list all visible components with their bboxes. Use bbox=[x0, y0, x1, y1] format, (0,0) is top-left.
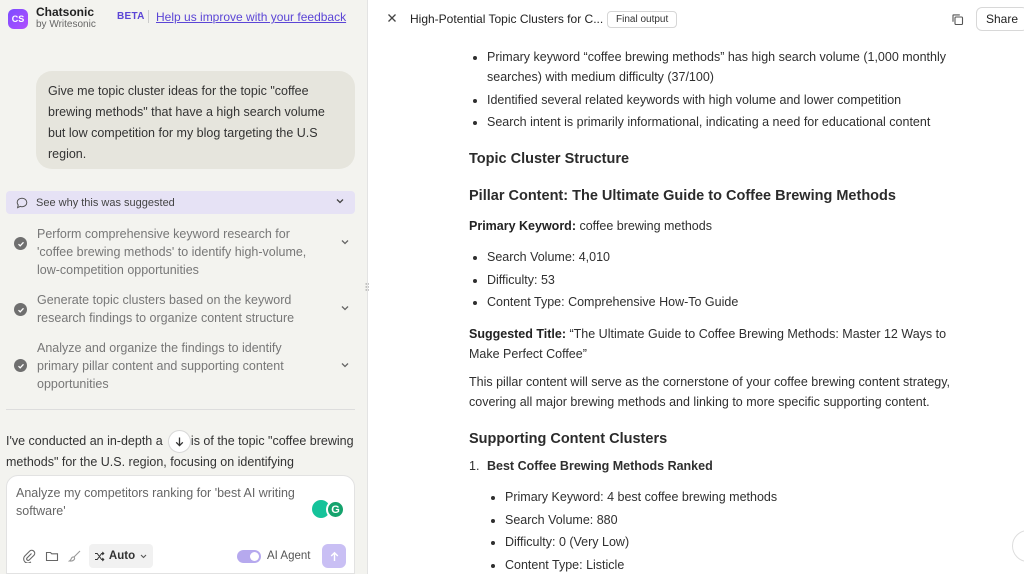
app-by: by Writesonic bbox=[36, 19, 96, 30]
chevron-down-icon[interactable] bbox=[340, 360, 350, 370]
section-heading: Pillar Content: The Ultimate Guide to Co… bbox=[469, 188, 896, 204]
brand[interactable]: CS Chatsonic by Writesonic bbox=[8, 6, 96, 31]
list-item: Search intent is primarily informational… bbox=[487, 112, 947, 132]
floating-action-button[interactable] bbox=[1012, 530, 1024, 562]
header-divider bbox=[148, 10, 149, 23]
list-item: Difficulty: 53 bbox=[487, 270, 947, 290]
check-circle-icon bbox=[14, 303, 27, 316]
cluster-item: 1. Best Coffee Brewing Methods Ranked bbox=[469, 459, 713, 473]
list-item: Search Volume: 880 bbox=[505, 510, 925, 530]
divider bbox=[6, 409, 355, 410]
list-item: Search Volume: 4,010 bbox=[487, 247, 947, 267]
list-item: Primary keyword “coffee brewing methods”… bbox=[487, 47, 947, 87]
arrow-down-icon bbox=[175, 437, 184, 447]
section-heading: Supporting Content Clusters bbox=[469, 431, 668, 447]
chevron-down-icon bbox=[336, 199, 344, 204]
composer-input[interactable]: Analyze my competitors ranking for 'best… bbox=[16, 484, 316, 520]
see-why-label: See why this was suggested bbox=[36, 196, 175, 209]
step-text: Analyze and organize the findings to ide… bbox=[37, 341, 284, 391]
brush-icon[interactable] bbox=[68, 549, 82, 563]
primary-keyword-value: coffee brewing methods bbox=[575, 219, 712, 233]
chat-panel: CS Chatsonic by Writesonic BETA Help us … bbox=[0, 0, 368, 574]
attach-icon[interactable] bbox=[22, 549, 36, 563]
cluster-details-list: Primary Keyword: 4 best coffee brewing m… bbox=[505, 487, 925, 574]
folder-icon[interactable] bbox=[45, 549, 59, 563]
section-heading: Topic Cluster Structure bbox=[469, 151, 630, 167]
reply-text-start: I've conducted an in-depth a bbox=[6, 434, 163, 448]
send-button[interactable] bbox=[322, 544, 346, 568]
document-title: High-Potential Topic Clusters for C... bbox=[410, 12, 604, 26]
chevron-down-icon[interactable] bbox=[340, 237, 350, 247]
list-item: Content Type: Comprehensive How-To Guide bbox=[487, 292, 947, 312]
shuffle-icon bbox=[94, 551, 105, 561]
pillar-details-list: Search Volume: 4,010 Difficulty: 53 Cont… bbox=[487, 247, 947, 315]
chevron-down-icon[interactable] bbox=[340, 303, 350, 313]
document-panel: High-Potential Topic Clusters for C... F… bbox=[369, 0, 1024, 574]
check-circle-icon bbox=[14, 237, 27, 250]
share-button[interactable]: Share bbox=[976, 7, 1024, 31]
primary-keyword-label: Primary Keyword: bbox=[469, 219, 576, 233]
list-item: Content Type: Listicle bbox=[505, 555, 925, 574]
user-message: Give me topic cluster ideas for the topi… bbox=[36, 71, 355, 169]
primary-keyword-line: Primary Keyword: coffee brewing methods bbox=[469, 216, 975, 236]
list-item: Identified several related keywords with… bbox=[487, 90, 947, 110]
chat-bubble-icon bbox=[16, 197, 28, 208]
list-item: Difficulty: 0 (Very Low) bbox=[505, 532, 925, 552]
ai-agent-toggle[interactable] bbox=[237, 550, 261, 563]
check-circle-icon bbox=[14, 359, 27, 372]
cluster-number: 1. bbox=[469, 459, 480, 473]
step-text: Generate topic clusters based on the key… bbox=[37, 293, 295, 325]
document-toolbar: High-Potential Topic Clusters for C... F… bbox=[369, 0, 1024, 40]
beta-badge: BETA bbox=[117, 11, 145, 22]
arrow-up-icon bbox=[330, 551, 338, 561]
final-output-badge: Final output bbox=[607, 11, 678, 28]
suggested-title-label: Suggested Title: bbox=[469, 327, 567, 341]
chevron-down-icon bbox=[140, 554, 147, 558]
suggested-title-line: Suggested Title: “The Ultimate Guide to … bbox=[469, 324, 975, 364]
findings-list: Primary keyword “coffee brewing methods”… bbox=[487, 47, 947, 135]
scroll-to-bottom-button[interactable] bbox=[168, 430, 191, 453]
mode-label: Auto bbox=[108, 550, 136, 562]
chatsonic-logo: CS bbox=[8, 8, 28, 29]
step-text: Perform comprehensive keyword research f… bbox=[37, 227, 307, 277]
step-item[interactable]: Generate topic clusters based on the key… bbox=[14, 291, 354, 327]
app-name: Chatsonic bbox=[36, 5, 95, 19]
feedback-link[interactable]: Help us improve with your feedback bbox=[156, 10, 346, 24]
mode-select[interactable]: Auto bbox=[89, 544, 153, 568]
message-composer[interactable]: Analyze my competitors ranking for 'best… bbox=[6, 475, 355, 574]
see-why-suggested-toggle[interactable]: See why this was suggested bbox=[6, 191, 355, 214]
step-item[interactable]: Analyze and organize the findings to ide… bbox=[14, 339, 354, 393]
pillar-description: This pillar content will serve as the co… bbox=[469, 375, 951, 409]
list-item: Primary Keyword: 4 best coffee brewing m… bbox=[505, 487, 925, 507]
ai-agent-label: AI Agent bbox=[267, 550, 311, 562]
copy-icon[interactable] bbox=[951, 13, 964, 26]
step-item[interactable]: Perform comprehensive keyword research f… bbox=[14, 225, 354, 279]
cluster-title: Best Coffee Brewing Methods Ranked bbox=[487, 459, 713, 473]
close-icon[interactable] bbox=[386, 12, 398, 24]
grammarly-icon[interactable]: G bbox=[326, 500, 345, 519]
